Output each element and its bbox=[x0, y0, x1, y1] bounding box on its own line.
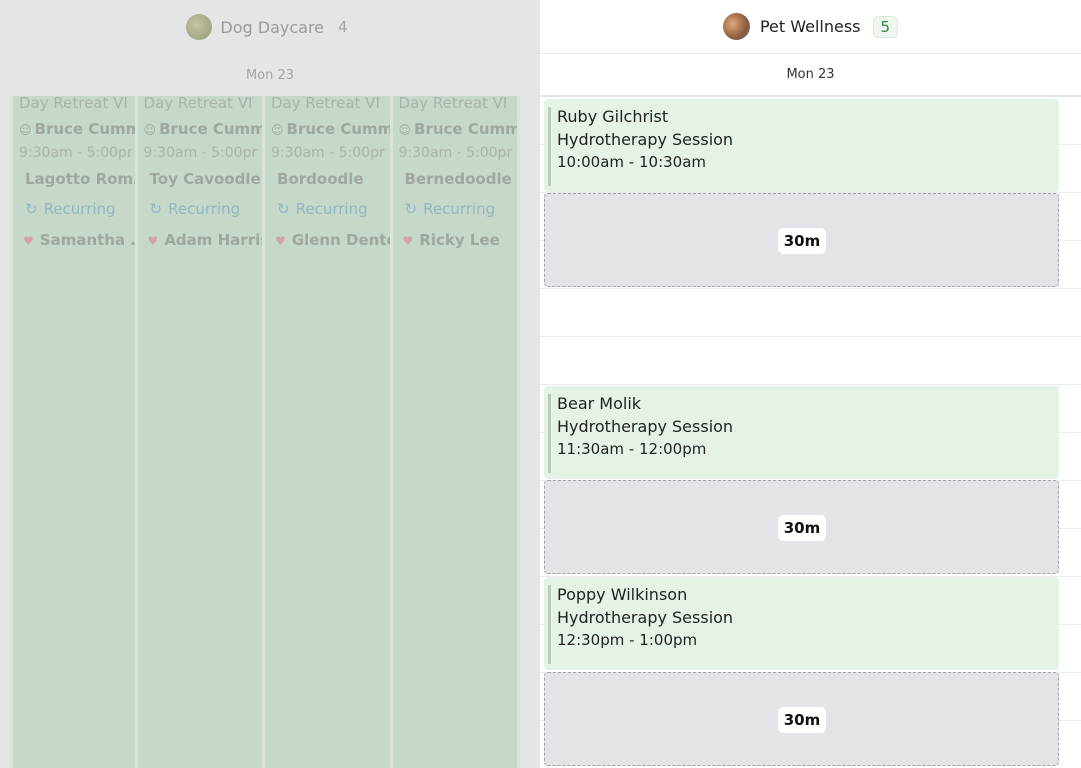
heart-icon: ♥ bbox=[402, 234, 414, 248]
booking-recurring: ↻ Recurring bbox=[25, 200, 116, 218]
booking-staff: ☺ Bruce Cumm bbox=[398, 120, 520, 138]
pet-wellness-panel: Pet Wellness 5 Mon 23 Ruby Gilchrist Hyd… bbox=[540, 0, 1081, 768]
person-circle-icon: ☺ bbox=[19, 123, 32, 137]
appointment-time: 10:00am - 10:30am bbox=[557, 153, 707, 171]
appointment-time: 11:30am - 12:00pm bbox=[557, 440, 707, 458]
booking-title: Day Retreat VI bbox=[271, 96, 380, 112]
daycare-booking[interactable]: Day Retreat VI ☺ Bruce Cumm 9:30am - 5:00… bbox=[392, 96, 520, 768]
daycare-booking[interactable]: Day Retreat VI ☺ Bruce Cumm 9:30am - 5:00… bbox=[10, 96, 138, 768]
appointment-time: 12:30pm - 1:00pm bbox=[557, 631, 698, 649]
pet-wellness-schedule: Ruby Gilchrist Hydrotherapy Session 10:0… bbox=[540, 97, 1081, 768]
booking-title: Day Retreat VI bbox=[143, 96, 253, 112]
appointment-accent-bar bbox=[548, 394, 551, 473]
booking-staff: ☺ Bruce Cumm bbox=[271, 120, 393, 138]
pet-wellness-date: Mon 23 bbox=[540, 54, 1081, 97]
appointment-card[interactable]: Bear Molik Hydrotherapy Session 11:30am … bbox=[544, 386, 1059, 479]
available-slot[interactable]: 30m bbox=[544, 480, 1059, 574]
appointment-accent-bar bbox=[548, 107, 551, 186]
booking-time: 9:30am - 5:00pr bbox=[19, 145, 133, 161]
dog-daycare-date: Mon 23 bbox=[245, 67, 295, 83]
booking-staff: ☺ Bruce Cumm bbox=[143, 120, 266, 138]
booking-time: 9:30am - 5:00pr bbox=[143, 145, 258, 161]
appointment-client-name: Ruby Gilchrist bbox=[557, 107, 669, 126]
time-slot-divider bbox=[540, 288, 1081, 289]
appointment-card[interactable]: Ruby Gilchrist Hydrotherapy Session 10:0… bbox=[544, 99, 1059, 192]
recurring-icon: ↻ bbox=[277, 200, 290, 218]
pet-wellness-title: Pet Wellness bbox=[759, 17, 861, 36]
booking-owner: ♥ Ricky Lee bbox=[402, 231, 500, 249]
daycare-booking[interactable]: Day Retreat VI ☺ Bruce Cumm 9:30am - 5:00… bbox=[137, 96, 266, 768]
recurring-icon: ↻ bbox=[404, 200, 418, 218]
daycare-booking[interactable]: Day Retreat VI ☺ Bruce Cumm 9:30am - 5:00… bbox=[265, 96, 393, 768]
booking-recurring: ↻ Recurring bbox=[404, 200, 496, 218]
appointment-service: Hydrotherapy Session bbox=[557, 130, 734, 149]
appointment-accent-bar bbox=[548, 585, 551, 664]
heart-icon: ♥ bbox=[275, 234, 286, 248]
available-slot[interactable]: 30m bbox=[544, 672, 1059, 766]
booking-title: Day Retreat VI bbox=[398, 96, 508, 112]
booking-breed: Lagotto Rom… bbox=[25, 170, 138, 188]
slot-duration-label: 30m bbox=[778, 707, 826, 733]
heart-icon: ♥ bbox=[23, 234, 34, 248]
booking-staff: ☺ Bruce Cumm bbox=[19, 120, 138, 138]
recurring-icon: ↻ bbox=[25, 200, 38, 218]
person-circle-icon: ☺ bbox=[398, 123, 412, 137]
booking-owner: ♥ Glenn Dento bbox=[275, 231, 393, 249]
appointment-service: Hydrotherapy Session bbox=[557, 417, 734, 436]
booking-breed: Toy Cavoodle bbox=[149, 170, 261, 188]
dog-daycare-header[interactable]: Dog Daycare 4 bbox=[0, 0, 540, 54]
dog-daycare-title: Dog Daycare bbox=[220, 17, 325, 37]
slot-duration-label: 30m bbox=[778, 515, 826, 541]
booking-time: 9:30am - 5:00pr bbox=[398, 145, 513, 161]
pet-wellness-header[interactable]: Pet Wellness 5 bbox=[540, 0, 1081, 54]
booking-recurring: ↻ Recurring bbox=[277, 200, 368, 218]
pet-wellness-avatar bbox=[722, 13, 750, 40]
dog-daycare-count-badge: 4 bbox=[338, 18, 348, 36]
slot-duration-label: 30m bbox=[778, 228, 826, 254]
booking-breed: Bordoodle bbox=[277, 170, 364, 188]
appointment-card[interactable]: Poppy Wilkinson Hydrotherapy Session 12:… bbox=[544, 577, 1059, 670]
dog-daycare-columns: Day Retreat VI ☺ Bruce Cumm 9:30am - 5:00… bbox=[10, 96, 520, 768]
booking-breed: Bernedoodle bbox=[404, 170, 512, 188]
person-circle-icon: ☺ bbox=[271, 123, 284, 137]
pet-wellness-count-badge: 5 bbox=[872, 15, 899, 38]
dog-daycare-panel: Dog Daycare 4 Mon 23 Day Retreat VI ☺ Bru… bbox=[0, 0, 540, 768]
booking-title: Day Retreat VI bbox=[19, 96, 128, 112]
available-slot[interactable]: 30m bbox=[544, 193, 1059, 287]
recurring-icon: ↻ bbox=[149, 200, 163, 218]
booking-owner: ♥ Adam Harris bbox=[147, 231, 266, 249]
person-circle-icon: ☺ bbox=[143, 123, 157, 137]
heart-icon: ♥ bbox=[147, 234, 159, 248]
appointment-service: Hydrotherapy Session bbox=[557, 608, 734, 627]
time-slot-divider bbox=[540, 384, 1081, 385]
appointment-client-name: Poppy Wilkinson bbox=[557, 585, 688, 604]
booking-time: 9:30am - 5:00pr bbox=[271, 145, 385, 161]
dog-daycare-avatar bbox=[186, 14, 213, 40]
booking-owner: ♥ Samantha … bbox=[23, 231, 138, 249]
booking-recurring: ↻ Recurring bbox=[149, 200, 241, 218]
time-slot-divider bbox=[540, 336, 1081, 337]
appointment-client-name: Bear Molik bbox=[557, 394, 642, 413]
